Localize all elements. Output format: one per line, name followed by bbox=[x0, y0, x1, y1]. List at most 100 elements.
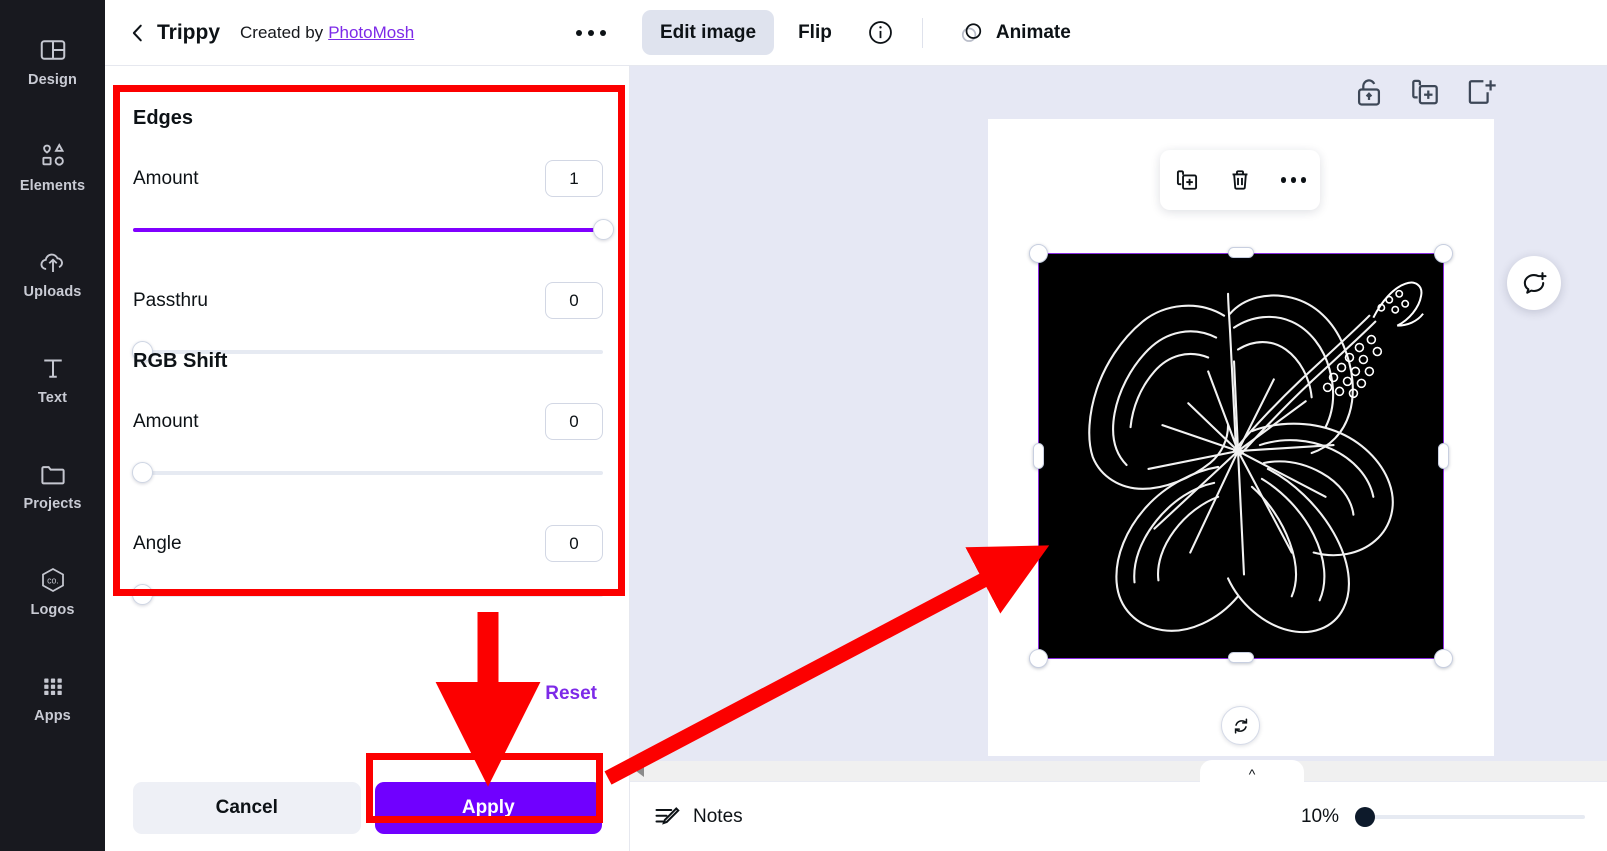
selected-image-element[interactable] bbox=[1038, 253, 1444, 659]
trash-icon[interactable] bbox=[1225, 165, 1255, 195]
zoom-control: 10% bbox=[1301, 806, 1585, 828]
zoom-slider-track bbox=[1355, 815, 1585, 819]
effect-panel-header: Trippy Created by PhotoMosh bbox=[105, 0, 630, 66]
control-label: Amount bbox=[133, 168, 198, 190]
sidebar-item-label: Design bbox=[28, 72, 77, 88]
notes-label: Notes bbox=[693, 806, 743, 828]
slider-knob[interactable] bbox=[593, 219, 614, 240]
animate-icon bbox=[957, 18, 987, 48]
scroll-left-icon[interactable] bbox=[636, 765, 644, 777]
sidebar-item-label: Logos bbox=[31, 602, 75, 618]
sidebar-item-logos[interactable]: co. Logos bbox=[0, 538, 105, 644]
flip-label: Flip bbox=[798, 22, 832, 44]
lock-icon[interactable] bbox=[1351, 74, 1387, 110]
created-by-label: Created by bbox=[240, 23, 323, 43]
tab-label: Edit image bbox=[660, 22, 756, 44]
chevron-left-icon[interactable] bbox=[127, 21, 149, 45]
add-comment-icon[interactable] bbox=[1507, 256, 1561, 310]
control-label: Amount bbox=[133, 411, 198, 433]
sidebar-item-design[interactable]: Design bbox=[0, 8, 105, 114]
zoom-percent-label: 10% bbox=[1301, 806, 1339, 828]
resize-handle-left[interactable] bbox=[1033, 443, 1044, 469]
info-button[interactable] bbox=[856, 10, 906, 55]
apps-icon bbox=[38, 671, 68, 701]
control-value-input[interactable]: 0 bbox=[545, 403, 603, 440]
uploads-icon bbox=[38, 247, 68, 277]
sidebar-item-label: Uploads bbox=[24, 284, 82, 300]
resize-handle-bottom-left[interactable] bbox=[1029, 649, 1048, 668]
logos-icon: co. bbox=[38, 565, 68, 595]
toolbar-divider bbox=[922, 18, 923, 48]
top-toolbar: Edit image Flip Animate bbox=[630, 0, 1607, 66]
panel-footer: Cancel Apply bbox=[105, 765, 630, 851]
flip-button[interactable]: Flip bbox=[780, 10, 850, 55]
sidebar-item-uploads[interactable]: Uploads bbox=[0, 220, 105, 326]
effect-panel-body: Edges Amount 1 Passthru 0 bbox=[105, 66, 630, 851]
control-value-input[interactable]: 1 bbox=[545, 160, 603, 197]
elements-icon bbox=[38, 141, 68, 171]
cancel-button[interactable]: Cancel bbox=[133, 782, 361, 834]
apply-button[interactable]: Apply bbox=[375, 782, 603, 834]
text-icon bbox=[38, 353, 68, 383]
canvas-tool-group bbox=[1351, 74, 1499, 110]
reset-button[interactable]: Reset bbox=[545, 683, 597, 705]
info-icon bbox=[866, 18, 896, 48]
flower-edge-image bbox=[1039, 254, 1443, 658]
resize-handle-bottom-right[interactable] bbox=[1434, 649, 1453, 668]
slider-knob[interactable] bbox=[132, 584, 153, 605]
resize-handle-top-right[interactable] bbox=[1434, 244, 1453, 263]
sidebar-item-label: Projects bbox=[23, 496, 81, 512]
tab-edit-image[interactable]: Edit image bbox=[642, 10, 774, 55]
projects-icon bbox=[38, 459, 68, 489]
control-rgb-angle: Angle 0 bbox=[133, 525, 603, 606]
sidebar-item-text[interactable]: Text bbox=[0, 326, 105, 432]
sidebar-item-label: Elements bbox=[20, 178, 85, 194]
author-link[interactable]: PhotoMosh bbox=[328, 23, 414, 43]
control-label: Passthru bbox=[133, 290, 208, 312]
sidebar-item-label: Apps bbox=[34, 708, 71, 724]
design-icon bbox=[38, 35, 68, 65]
sidebar-item-label: Text bbox=[38, 390, 67, 406]
duplicate-icon[interactable] bbox=[1172, 165, 1202, 195]
zoom-slider[interactable] bbox=[1355, 807, 1585, 827]
more-options-icon[interactable] bbox=[570, 12, 612, 54]
animate-label: Animate bbox=[996, 22, 1071, 44]
resize-handle-top[interactable] bbox=[1228, 247, 1254, 258]
resize-handle-bottom[interactable] bbox=[1228, 652, 1254, 663]
notes-icon bbox=[652, 802, 682, 832]
slider-track bbox=[133, 593, 603, 597]
duplicate-icon[interactable] bbox=[1407, 74, 1443, 110]
more-options-icon[interactable] bbox=[1278, 165, 1308, 195]
control-rgb-amount: Amount 0 bbox=[133, 403, 603, 484]
slider-fill bbox=[133, 228, 603, 232]
element-toolbar bbox=[1160, 150, 1320, 210]
control-label: Angle bbox=[133, 533, 182, 555]
section-rgb-shift: RGB Shift Amount 0 Angle 0 bbox=[133, 350, 603, 606]
sidebar-item-apps[interactable]: Apps bbox=[0, 644, 105, 750]
section-edges: Edges Amount 1 Passthru 0 bbox=[133, 107, 603, 363]
collapse-panel-button[interactable]: ^ bbox=[1200, 760, 1304, 782]
slider-knob[interactable] bbox=[132, 462, 153, 483]
control-edges-amount: Amount 1 bbox=[133, 160, 603, 241]
section-title: Edges bbox=[133, 107, 603, 130]
notes-button[interactable]: Notes bbox=[652, 802, 743, 832]
sidebar-item-elements[interactable]: Elements bbox=[0, 114, 105, 220]
slider-rgb-amount[interactable] bbox=[133, 462, 603, 484]
svg-text:co.: co. bbox=[47, 575, 59, 585]
resize-handle-top-left[interactable] bbox=[1029, 244, 1048, 263]
rotate-icon[interactable] bbox=[1221, 706, 1260, 745]
control-value-input[interactable]: 0 bbox=[545, 525, 603, 562]
horizontal-scrollbar[interactable] bbox=[630, 761, 1607, 781]
page-title: Trippy bbox=[157, 21, 220, 45]
resize-handle-right[interactable] bbox=[1438, 443, 1449, 469]
add-page-icon[interactable] bbox=[1463, 74, 1499, 110]
slider-rgb-angle[interactable] bbox=[133, 584, 603, 606]
bottom-bar: Notes 10% bbox=[630, 781, 1607, 851]
sidebar-item-projects[interactable]: Projects bbox=[0, 432, 105, 538]
zoom-slider-knob[interactable] bbox=[1355, 807, 1375, 827]
section-title: RGB Shift bbox=[133, 350, 603, 373]
chevron-up-icon: ^ bbox=[1249, 766, 1256, 782]
animate-button[interactable]: Animate bbox=[939, 10, 1089, 55]
control-value-input[interactable]: 0 bbox=[545, 282, 603, 319]
slider-edges-amount[interactable] bbox=[133, 219, 603, 241]
